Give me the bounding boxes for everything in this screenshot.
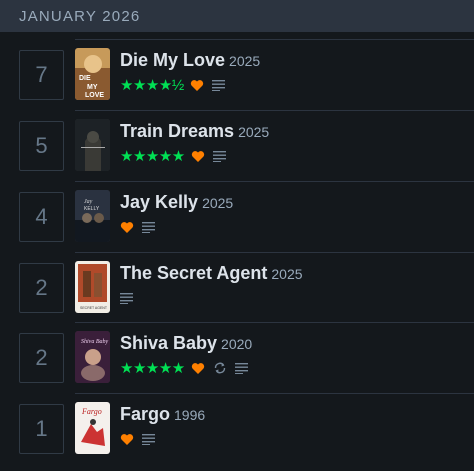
day-of-month[interactable]: 2 <box>19 263 64 313</box>
diary-entry: 2 SECRET AGENT The Secret Agent 2025 <box>0 260 474 330</box>
review-lines-icon[interactable] <box>234 362 249 374</box>
film-poster[interactable]: Shiva Baby <box>75 331 110 383</box>
film-year[interactable]: 2025 <box>229 53 260 69</box>
svg-text:KELLY: KELLY <box>84 206 100 212</box>
film-year[interactable]: 2025 <box>271 266 302 282</box>
film-title[interactable]: Die My Love <box>120 50 225 70</box>
month-title[interactable]: JANUARY 2026 <box>19 8 140 25</box>
heart-icon <box>120 433 134 446</box>
svg-text:Jay: Jay <box>84 199 93 205</box>
film-poster[interactable]: SECRET AGENT <box>75 261 110 313</box>
row-divider <box>75 39 474 40</box>
film-title[interactable]: The Secret Agent <box>120 263 267 283</box>
film-year[interactable]: 2025 <box>202 195 233 211</box>
film-year[interactable]: 2020 <box>221 336 252 352</box>
film-title[interactable]: Train Dreams <box>120 121 234 141</box>
svg-text:MY: MY <box>87 84 98 91</box>
diary-entry: 4 Jay KELLY Jay Kelly 2025 <box>0 189 474 259</box>
diary-entry: 7 DIE MY LOVE Die My Love 2025 ★★★★½ <box>0 47 474 117</box>
diary-entry: 5 Train Dreams 2025 ★★★★★ <box>0 118 474 188</box>
star-rating: ★★★★★ <box>120 148 185 165</box>
film-title[interactable]: Jay Kelly <box>120 192 198 212</box>
day-of-month[interactable]: 5 <box>19 121 64 171</box>
film-title[interactable]: Fargo <box>120 404 170 424</box>
diary-entry: 1 Fargo Fargo 1996 <box>0 401 474 471</box>
review-lines-icon[interactable] <box>211 79 226 91</box>
review-lines-icon[interactable] <box>142 433 156 445</box>
heart-icon <box>191 150 205 163</box>
film-poster[interactable]: DIE MY LOVE <box>75 48 110 100</box>
film-poster[interactable]: Fargo <box>75 402 110 454</box>
svg-text:Fargo: Fargo <box>81 407 102 416</box>
star-rating: ★★★★★ <box>120 360 185 377</box>
svg-text:SECRET AGENT: SECRET AGENT <box>80 306 108 310</box>
rewatch-icon <box>213 361 227 375</box>
svg-text:LOVE: LOVE <box>85 92 104 99</box>
day-of-month[interactable]: 4 <box>19 192 64 242</box>
heart-icon <box>190 79 204 92</box>
film-year[interactable]: 2025 <box>238 124 269 140</box>
day-of-month[interactable]: 7 <box>19 50 64 100</box>
day-of-month[interactable]: 1 <box>19 404 64 454</box>
review-lines-icon[interactable] <box>120 292 134 304</box>
month-header: JANUARY 2026 <box>0 0 474 32</box>
diary-entry: 2 Shiva Baby Shiva Baby 2020 ★★★★★ <box>0 330 474 400</box>
film-poster[interactable]: Jay KELLY <box>75 190 110 242</box>
review-lines-icon[interactable] <box>142 221 156 233</box>
svg-text:DIE: DIE <box>79 75 91 82</box>
star-rating: ★★★★½ <box>120 77 184 94</box>
day-of-month[interactable]: 2 <box>19 333 64 383</box>
heart-icon <box>191 362 205 375</box>
film-poster[interactable] <box>75 119 110 171</box>
film-year[interactable]: 1996 <box>174 407 205 423</box>
film-title[interactable]: Shiva Baby <box>120 333 217 353</box>
heart-icon <box>120 221 134 234</box>
review-lines-icon[interactable] <box>212 150 227 162</box>
svg-text:Shiva Baby: Shiva Baby <box>81 339 108 345</box>
